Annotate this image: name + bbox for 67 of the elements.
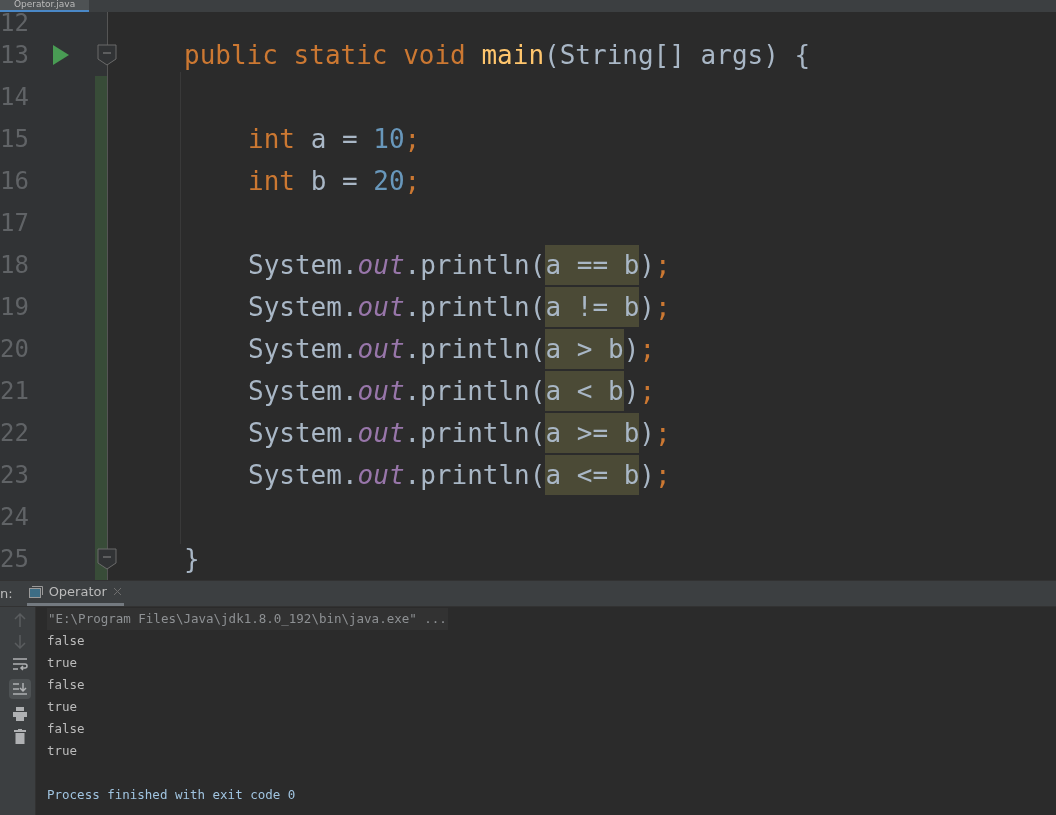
code-token: out [357,336,405,362]
code-token: .println( [404,294,546,320]
code-token: b = [310,168,359,194]
code-token: System. [248,420,358,446]
code-token: public static void [184,42,467,68]
code-token: a <= b [545,455,640,495]
code-token: ) [639,462,655,488]
scroll-end-icon [11,682,28,696]
code-token: ) [639,294,655,320]
code-token: a == b [545,245,640,285]
code-token: System. [248,462,358,488]
close-icon[interactable] [112,587,122,596]
code-token: .println( [404,378,546,404]
code-token: System. [248,336,358,362]
code-token: out [357,420,405,446]
code-token: a >= b [545,413,640,453]
printer-icon[interactable] [11,707,28,721]
wrap-icon[interactable] [11,657,28,671]
code-token: a < b [545,371,624,411]
panel-label: n: [0,584,13,603]
code-token: out [357,294,405,320]
code-token: ; [655,420,671,446]
console-line: Process finished with exit code 0 [47,786,296,804]
code-token: int [248,168,296,194]
code-token: ) [623,336,640,362]
code-token: .println( [404,336,546,362]
code-token: } [184,546,200,572]
code-token: (String[] args) { [544,42,811,68]
console-line: true [47,742,78,760]
code-token: ; [655,294,671,320]
code-token: 20 [373,168,405,194]
scroll-to-end-button[interactable] [8,679,31,699]
fold-icon[interactable] [97,548,117,570]
code-token: out [357,252,405,278]
console-line: false [47,720,85,738]
trash-icon[interactable] [13,729,26,744]
code-token: a = [310,126,359,152]
console-line: true [47,654,78,672]
code-token: main [481,42,545,68]
code-token: 10 [373,126,405,152]
fold-icon[interactable] [97,44,117,66]
code-token: ; [404,126,421,152]
code-token: out [357,462,405,488]
code-token: ; [639,336,656,362]
code-token: a > b [545,329,624,369]
code-token: System. [248,294,358,320]
play-icon[interactable] [53,45,69,65]
code-token: ) [639,420,655,446]
code-token: int [248,126,296,152]
console-icon [28,585,43,598]
code-token: .println( [404,252,546,278]
code-token: .println( [404,420,546,446]
code-token: out [357,378,405,404]
code-token: .println( [404,462,546,488]
code-token: ; [404,168,421,194]
console-line: true [47,698,78,716]
console-line: false [47,632,85,650]
console-line: false [47,676,85,694]
code-token: ) [623,378,640,404]
code-token: ; [655,462,671,488]
code-token: a != b [545,287,640,327]
editor-tab[interactable]: Operator.java [0,0,90,12]
code-token: ; [639,378,656,404]
code-token: ) [639,252,655,278]
code-token: ; [655,252,671,278]
code-token: System. [248,378,358,404]
code-token: System. [248,252,358,278]
